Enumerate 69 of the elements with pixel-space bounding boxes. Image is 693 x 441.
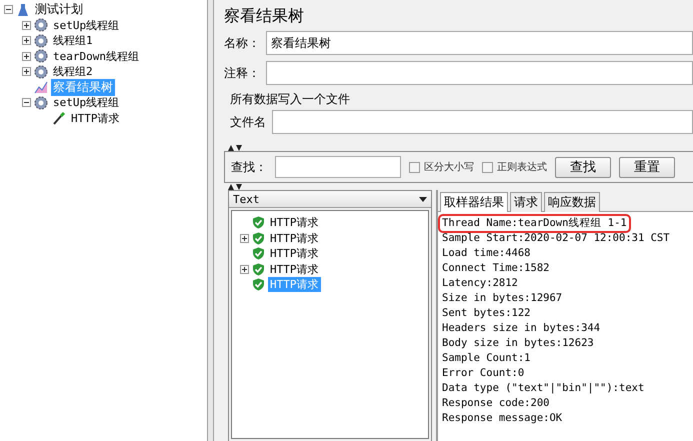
field-label: 文件名 [230, 114, 266, 130]
check-icon [252, 216, 265, 230]
result-line: Sample Start:2020-02-07 12:00:31 CST [442, 231, 670, 246]
chart-icon [34, 80, 48, 94]
search-label: 查找： [231, 158, 267, 176]
flask-icon [16, 2, 30, 17]
splitter-arrows-icon[interactable] [228, 184, 242, 190]
tree-item[interactable]: HTTP请求 [69, 110, 122, 126]
check-icon [252, 247, 265, 260]
result-line: Body size in bytes:12623 [442, 336, 594, 351]
checkbox[interactable] [482, 162, 493, 172]
check-icon [252, 232, 265, 245]
expand-toggle[interactable] [4, 5, 13, 14]
filename-field[interactable] [272, 110, 693, 134]
gear-icon [34, 49, 48, 64]
name-field[interactable]: 察看结果树 [266, 31, 693, 55]
field-label: 注释： [224, 64, 260, 82]
result-line: Connect Time:1582 [442, 261, 550, 276]
result-item[interactable]: HTTP请求 [268, 215, 320, 230]
pipette-icon [52, 111, 66, 126]
checkbox-label: 区分大小写 [424, 160, 474, 174]
search-field[interactable] [275, 156, 401, 178]
expand-toggle[interactable] [240, 234, 249, 243]
result-line: Response message:OK [442, 411, 562, 426]
check-icon [252, 262, 265, 276]
tree-item[interactable]: 测试计划 [33, 1, 85, 18]
group-title: 所有数据写入一个文件 [230, 92, 350, 106]
result-line: Headers size in bytes:344 [442, 321, 600, 336]
tab[interactable]: 取样器结果 [440, 192, 508, 212]
gear-icon [34, 18, 48, 32]
tab[interactable]: 请求 [510, 192, 542, 212]
result-line: Response code:200 [442, 396, 550, 411]
tree-item[interactable]: tearDown线程组 [51, 48, 141, 64]
result-item[interactable]: HTTP请求 [268, 246, 320, 262]
result-item[interactable]: HTTP请求 [268, 262, 320, 277]
checkbox-label: 正则表达式 [497, 160, 547, 174]
result-line: Size in bytes:12967 [442, 291, 562, 306]
tree-item[interactable]: setUp线程组 [51, 18, 122, 33]
search-button[interactable]: 查找 [555, 156, 611, 178]
check-icon [252, 278, 265, 292]
gear-icon [34, 34, 48, 48]
tree-item[interactable]: setUp线程组 [51, 95, 122, 110]
checkbox[interactable] [409, 162, 420, 172]
expand-toggle[interactable] [22, 20, 31, 30]
tree-item[interactable]: 线程组2 [51, 64, 95, 80]
result-line: Sample Count:1 [442, 351, 531, 366]
renderer-dropdown[interactable]: Text [229, 191, 431, 208]
splitter-arrows-icon[interactable] [228, 145, 242, 151]
gear-icon [34, 64, 48, 79]
comment-field[interactable] [266, 61, 693, 85]
field-label: 名称： [224, 34, 260, 52]
panel-title: 察看结果树 [224, 6, 305, 27]
expand-toggle[interactable] [22, 98, 31, 108]
result-line: Sent bytes:122 [442, 306, 531, 321]
tab[interactable]: 响应数据 [544, 192, 600, 212]
tree-item[interactable]: 线程组1 [51, 33, 95, 48]
result-line: Thread Name:tearDown线程组 1-1 [440, 216, 629, 231]
expand-toggle[interactable] [240, 264, 249, 274]
expand-toggle[interactable] [22, 36, 31, 46]
expand-toggle[interactable] [22, 67, 31, 76]
expand-toggle[interactable] [22, 52, 31, 61]
result-line: Data type ("text"|"bin"|""):text [442, 381, 644, 396]
result-line: Error Count:0 [442, 366, 524, 381]
reset-button[interactable]: 重置 [619, 156, 675, 178]
gear-icon [34, 96, 48, 110]
result-line: Latency:2812 [442, 276, 518, 291]
result-item[interactable]: HTTP请求 [268, 230, 320, 246]
result-line: Load time:4468 [442, 246, 531, 261]
caret-icon [419, 196, 427, 202]
